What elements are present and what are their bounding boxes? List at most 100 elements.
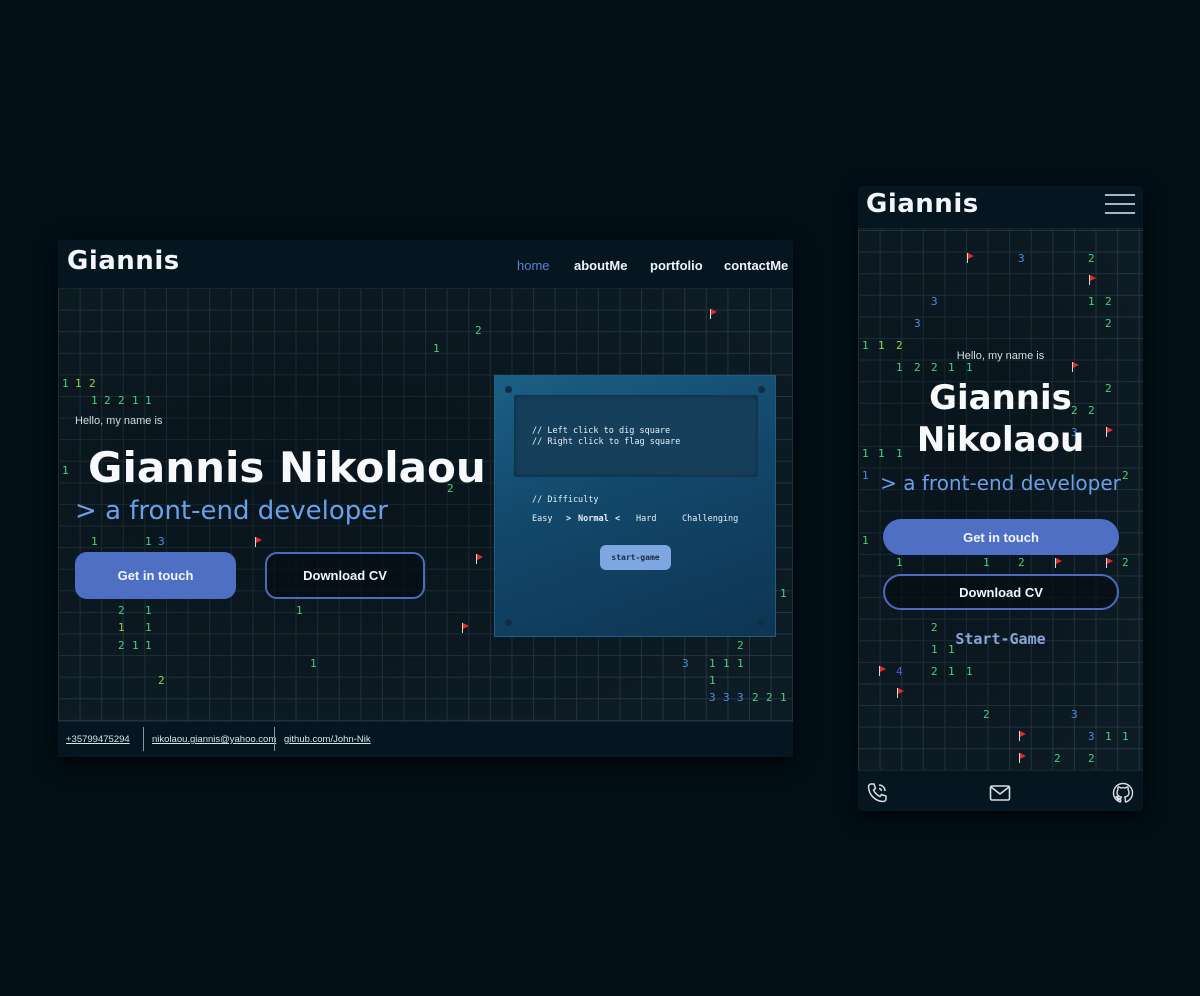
mine-count: 2 — [158, 674, 165, 687]
game-settings-panel: // Left click to dig square // Right cli… — [494, 375, 776, 637]
mine-count: 1 — [896, 361, 903, 374]
mine-count: 1 — [723, 657, 730, 670]
rivet — [758, 386, 765, 393]
mine-count: 1 — [1088, 295, 1095, 308]
download-cv-button[interactable]: Download CV — [883, 574, 1119, 610]
chevron-right-icon: > — [75, 496, 97, 526]
mine-count: 2 — [1122, 556, 1129, 569]
mine-count: 3 — [737, 691, 744, 704]
mine-count: 1 — [62, 377, 69, 390]
start-game-button[interactable]: start-game — [600, 545, 671, 570]
site-logo[interactable]: Giannis — [866, 189, 979, 219]
desktop-preview: Giannis home aboutMe portfolio contactMe… — [58, 240, 793, 757]
footer-divider — [143, 727, 144, 751]
mine-count: 1 — [145, 394, 152, 407]
flag-marker — [475, 554, 484, 564]
github-link[interactable]: github.com/John-Nik — [284, 734, 371, 745]
mine-count: 2 — [118, 639, 125, 652]
site-logo[interactable]: Giannis — [67, 246, 180, 276]
mine-count: 3 — [158, 535, 165, 548]
hero-role-line: > a front-end developer — [75, 496, 388, 526]
mine-count: 1 — [310, 657, 317, 670]
desktop-navbar: Giannis home aboutMe portfolio contactMe — [58, 240, 793, 289]
difficulty-challenging[interactable]: Challenging — [682, 514, 738, 524]
mine-count: 1 — [296, 604, 303, 617]
mine-count: 1 — [862, 534, 869, 547]
flag-marker — [1018, 731, 1027, 741]
mine-count: 1 — [145, 621, 152, 634]
hero-role-line: > a front-end developer — [858, 471, 1143, 495]
mine-count: 1 — [948, 361, 955, 374]
flag-marker — [878, 666, 887, 676]
phone-icon[interactable] — [865, 781, 889, 805]
mine-count: 1 — [709, 657, 716, 670]
get-in-touch-button[interactable]: Get in touch — [883, 519, 1119, 555]
mine-count: 3 — [1018, 252, 1025, 265]
start-game-link[interactable]: Start-Game — [858, 630, 1143, 648]
rivet — [505, 386, 512, 393]
mine-count: 1 — [737, 657, 744, 670]
flag-marker — [461, 623, 470, 633]
mine-count: 1 — [132, 639, 139, 652]
mine-count: 1 — [966, 361, 973, 374]
nav-about-me[interactable]: aboutMe — [574, 258, 627, 273]
mine-count: 2 — [475, 324, 482, 337]
github-icon[interactable] — [1111, 781, 1135, 805]
hero-role: a front-end developer — [105, 496, 388, 526]
rivet — [758, 619, 765, 626]
mail-icon[interactable] — [988, 781, 1012, 805]
mine-count: 2 — [931, 665, 938, 678]
mine-count: 1 — [433, 342, 440, 355]
difficulty-label: // Difficulty — [532, 495, 599, 505]
mine-count: 1 — [145, 535, 152, 548]
hamburger-menu-icon[interactable] — [1105, 192, 1135, 216]
mine-count: 1 — [780, 587, 787, 600]
flag-marker — [1088, 275, 1097, 285]
mine-count: 4 — [896, 665, 903, 678]
flag-marker — [709, 309, 718, 319]
mine-count: 2 — [1088, 752, 1095, 765]
flag-marker — [896, 688, 905, 698]
mine-count: 3 — [931, 295, 938, 308]
download-cv-button[interactable]: Download CV — [265, 552, 425, 599]
mine-count: 3 — [709, 691, 716, 704]
phone-link[interactable]: +35799475294 — [66, 734, 130, 745]
mine-count: 1 — [780, 691, 787, 704]
mine-count: 1 — [145, 639, 152, 652]
mine-count: 1 — [948, 665, 955, 678]
hero-role: a front-end developer — [903, 471, 1121, 495]
difficulty-hard[interactable]: Hard — [636, 514, 656, 524]
mine-count: 3 — [1088, 730, 1095, 743]
nav-home[interactable]: home — [517, 258, 550, 273]
email-link[interactable]: nikolaou.giannis@yahoo.com — [152, 734, 276, 745]
mine-count: 1 — [91, 535, 98, 548]
mine-count: 2 — [931, 361, 938, 374]
mine-count: 1 — [75, 377, 82, 390]
mine-count: 2 — [1018, 556, 1025, 569]
game-instructions: // Left click to dig square // Right cli… — [514, 395, 758, 477]
mine-count: 1 — [132, 394, 139, 407]
mine-count: 1 — [1122, 730, 1129, 743]
nav-contact-me[interactable]: contactMe — [724, 258, 788, 273]
mobile-preview: Giannis 3 2 3 1 2 3 2 1 1 2 1 2 2 1 1 2 … — [858, 186, 1143, 811]
instruction-dig: // Left click to dig square — [532, 426, 671, 436]
mine-count: 3 — [682, 657, 689, 670]
nav-portfolio[interactable]: portfolio — [650, 258, 703, 273]
mine-count: 2 — [752, 691, 759, 704]
mine-count: 2 — [737, 639, 744, 652]
mine-count: 2 — [983, 708, 990, 721]
minesweeper-board[interactable]: 3 2 3 1 2 3 2 1 1 2 1 2 2 1 1 2 2 2 3 1 … — [858, 228, 1143, 771]
difficulty-normal[interactable]: Normal — [578, 514, 609, 524]
mine-count: 2 — [118, 604, 125, 617]
flag-marker — [1018, 753, 1027, 763]
get-in-touch-button[interactable]: Get in touch — [75, 552, 236, 599]
hero-name: Giannis Nikolaou — [858, 377, 1143, 461]
rivet — [505, 619, 512, 626]
flag-marker — [1105, 558, 1114, 568]
hero-greeting: Hello, my name is — [75, 415, 163, 427]
mine-count: 2 — [1054, 752, 1061, 765]
mine-count: 1 — [896, 556, 903, 569]
difficulty-easy[interactable]: Easy — [532, 514, 552, 524]
mine-count: 1 — [983, 556, 990, 569]
footer-divider — [274, 727, 275, 751]
